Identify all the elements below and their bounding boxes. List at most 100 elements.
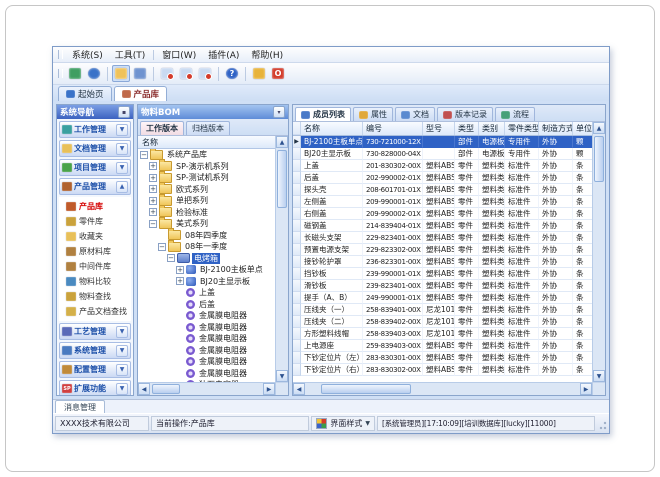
chevron-down-icon[interactable]: ▼ xyxy=(116,383,128,395)
expand-icon[interactable]: + xyxy=(149,185,157,193)
sidebar-item-1[interactable]: 零件库 xyxy=(59,214,131,229)
tree-node-10[interactable]: +BJ-2100主板单点 xyxy=(138,264,275,276)
menu-item-0[interactable]: 系统(S) xyxy=(66,48,109,61)
menu-item-4[interactable]: 插件(A) xyxy=(202,48,245,61)
sidebar-item-3[interactable]: 原材料库 xyxy=(59,244,131,259)
report-grid-button[interactable] xyxy=(131,65,149,82)
collapse-icon[interactable]: − xyxy=(167,254,175,262)
collapse-icon[interactable]: − xyxy=(149,220,157,228)
tree-node-8[interactable]: −08年一季度 xyxy=(138,241,275,253)
member-tab-0[interactable]: 成员列表 xyxy=(295,107,351,121)
table-row[interactable]: 预置电源支架229-823302-00X塑料ABS零件塑料类标准件外协条 xyxy=(293,244,592,256)
column-header-7[interactable]: 单位 xyxy=(573,122,592,135)
scroll-left-icon[interactable]: ◀ xyxy=(138,383,150,395)
tree-node-12[interactable]: 上盖 xyxy=(138,287,275,299)
column-header-4[interactable]: 类别 xyxy=(479,122,505,135)
desktop-button[interactable] xyxy=(66,65,84,82)
sidebar-section-0[interactable]: 工作管理▼ xyxy=(59,121,131,138)
table-vscroll-thumb[interactable] xyxy=(594,136,604,182)
bom-pin-icon[interactable]: ▾ xyxy=(273,106,285,118)
sidebar-item-5[interactable]: 物料比较 xyxy=(59,274,131,289)
table-hscroll-thumb[interactable] xyxy=(321,384,411,394)
chevron-down-icon[interactable]: ▼ xyxy=(116,326,128,338)
scroll-right-icon[interactable]: ▶ xyxy=(263,383,275,395)
tree-node-17[interactable]: 金属膜电阻器 xyxy=(138,345,275,357)
bom-vscrollbar[interactable]: ▲ ▼ xyxy=(275,136,288,395)
table-row[interactable]: 滑钞板239-823401-00X塑料ABS零件塑料类标准件外协条 xyxy=(293,280,592,292)
sidebar-section-6[interactable]: 配置管理▼ xyxy=(59,361,131,378)
tree-column-header[interactable]: 名称 xyxy=(138,136,275,149)
tree-node-11[interactable]: +BJ20主显示板 xyxy=(138,276,275,288)
collapse-icon[interactable]: − xyxy=(158,243,166,251)
sidebar-item-6[interactable]: 物料查找 xyxy=(59,289,131,304)
tree-node-18[interactable]: 金属膜电阻器 xyxy=(138,356,275,368)
table-row[interactable]: 接钞轮护罩236-823301-00X塑料ABS零件塑料类标准件外协条 xyxy=(293,256,592,268)
scroll-down-icon[interactable]: ▼ xyxy=(593,370,605,382)
exit-button[interactable]: O xyxy=(269,65,287,82)
table-row[interactable]: 探头壳208-601701-01X塑料ABS零件塑料类标准件外协条 xyxy=(293,184,592,196)
table-row[interactable]: 压线夹（一）258-839401-00X尼龙1010零件塑料类标准件外协条 xyxy=(293,304,592,316)
member-tab-3[interactable]: 版本记录 xyxy=(437,107,493,121)
column-header-1[interactable]: 编号 xyxy=(363,122,423,135)
tree-node-15[interactable]: 金属膜电阻器 xyxy=(138,322,275,334)
doc-tab-1[interactable]: 产品库 xyxy=(114,86,168,101)
expand-icon[interactable]: + xyxy=(176,266,184,274)
expand-icon[interactable]: + xyxy=(149,208,157,216)
bom-tab-1[interactable]: 归档版本 xyxy=(186,121,230,135)
lock-button[interactable] xyxy=(250,65,268,82)
scroll-down-icon[interactable]: ▼ xyxy=(276,370,288,382)
table-row[interactable]: 后盖202-990002-01X塑料ABS零件塑料类标准件外协条 xyxy=(293,172,592,184)
column-header-2[interactable]: 型号 xyxy=(423,122,455,135)
menu-item-3[interactable]: 窗口(W) xyxy=(156,48,202,61)
column-header-3[interactable]: 类型 xyxy=(455,122,479,135)
column-header-5[interactable]: 零件类型 xyxy=(505,122,539,135)
bom-vscroll-thumb[interactable] xyxy=(277,150,287,208)
member-tab-4[interactable]: 流程 xyxy=(495,107,535,121)
table-vscrollbar[interactable]: ▲ ▼ xyxy=(592,122,605,395)
menu-item-1[interactable]: 工具(T) xyxy=(109,48,152,61)
globe-button[interactable] xyxy=(85,65,103,82)
chevron-down-icon[interactable]: ▼ xyxy=(116,345,128,357)
chevron-down-icon[interactable]: ▼ xyxy=(116,364,128,376)
tree-node-14[interactable]: 金属膜电阻器 xyxy=(138,310,275,322)
table-row[interactable]: 左侧盖209-990001-01X塑料ABS零件塑料类标准件外协条 xyxy=(293,196,592,208)
scroll-left-icon[interactable]: ◀ xyxy=(293,383,305,395)
message-tab[interactable]: 消息管理 xyxy=(55,400,105,413)
scroll-up-icon[interactable]: ▲ xyxy=(276,136,288,148)
sidebar-section-3[interactable]: 产品管理▲ xyxy=(59,178,131,195)
sidebar-section-2[interactable]: 项目管理▼ xyxy=(59,159,131,176)
bom-tab-0[interactable]: 工作版本 xyxy=(140,121,184,135)
tree-node-19[interactable]: 金属膜电阻器 xyxy=(138,368,275,380)
table-row[interactable]: 右侧盖209-990002-01X塑料ABS零件塑料类标准件外协条 xyxy=(293,208,592,220)
tree-node-6[interactable]: −美式系列 xyxy=(138,218,275,230)
sidebar-collapse-icon[interactable]: ▪ xyxy=(118,106,130,118)
sidebar-section-4[interactable]: 工艺管理▼ xyxy=(59,323,131,340)
window-add-button[interactable] xyxy=(158,65,176,82)
sidebar-item-4[interactable]: 中间件库 xyxy=(59,259,131,274)
chevron-up-icon[interactable]: ▲ xyxy=(116,181,128,193)
table-row[interactable]: 上电源座259-839403-00X塑料ABS零件塑料类标准件外协条 xyxy=(293,340,592,352)
sidebar-section-5[interactable]: 系统管理▼ xyxy=(59,342,131,359)
table-row[interactable]: 挡钞板239-990001-01X塑料ABS零件塑料类标准件外协条 xyxy=(293,268,592,280)
sidebar-item-2[interactable]: 收藏夹 xyxy=(59,229,131,244)
table-row[interactable]: 提手（A、B）249-990001-01X塑料ABS零件塑料类标准件外协条 xyxy=(293,292,592,304)
column-header-6[interactable]: 制造方式 xyxy=(539,122,573,135)
toolbar-grip[interactable] xyxy=(58,69,63,78)
menubar-grip[interactable] xyxy=(58,50,63,59)
bom-hscrollbar[interactable]: ◀ ▶ xyxy=(138,382,275,395)
sidebar-section-7[interactable]: SP扩展功能▼ xyxy=(59,380,131,395)
sidebar-section-1[interactable]: 文档管理▼ xyxy=(59,140,131,157)
scroll-up-icon[interactable]: ▲ xyxy=(593,122,605,134)
tree-node-16[interactable]: 金属膜电阻器 xyxy=(138,333,275,345)
menu-item-5[interactable]: 帮助(H) xyxy=(245,48,289,61)
tree-node-13[interactable]: 后盖 xyxy=(138,299,275,311)
sidebar-item-7[interactable]: 产品文档查找 xyxy=(59,304,131,319)
table-row[interactable]: 下钞定位片（左）283-830301-00X塑料ABS零件塑料类标准件外协条 xyxy=(293,352,592,364)
window-delete-button[interactable] xyxy=(196,65,214,82)
member-tab-1[interactable]: 属性 xyxy=(353,107,393,121)
collapse-icon[interactable]: − xyxy=(140,151,148,159)
expand-icon[interactable]: + xyxy=(149,162,157,170)
chevron-down-icon[interactable]: ▼ xyxy=(116,124,128,136)
member-tab-2[interactable]: 文档 xyxy=(395,107,435,121)
expand-icon[interactable]: + xyxy=(176,277,184,285)
